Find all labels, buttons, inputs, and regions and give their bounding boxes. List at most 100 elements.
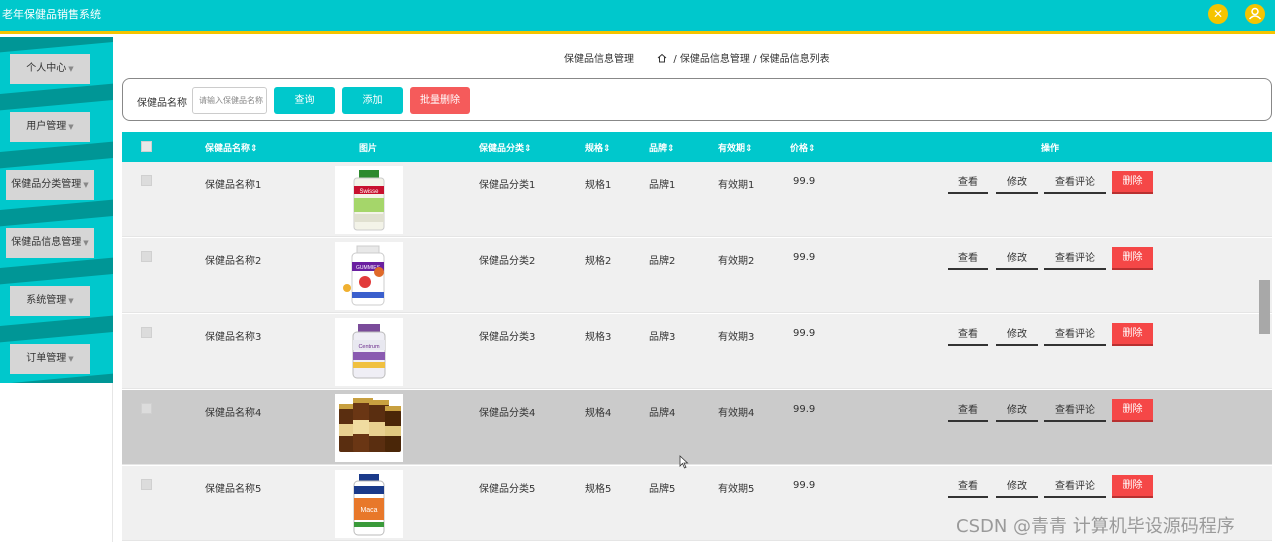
breadcrumb: 保健品信息管理 / 保健品信息管理 / 保健品信息列表 [564,50,830,65]
delete-button[interactable]: 删除 [1112,399,1153,422]
product-bottle-image: GUMMIES [343,245,385,306]
cell-name: 保健品名称2 [205,256,262,267]
cell-brand: 品牌3 [649,332,676,343]
search-label: 保健品名称 [137,98,187,109]
sidebar-button[interactable]: 用户管理 ▼ [10,112,90,142]
cell-spec: 规格4 [585,408,612,419]
view-comments-button[interactable]: 查看评论 [1044,172,1106,194]
sidebar-empty-area [0,383,113,542]
cell-price: 99.9 [793,480,816,491]
sidebar-item-users[interactable]: 用户管理 ▼ [0,100,113,152]
table-header: 保健品名称⇕ 图片 保健品分类⇕ 规格⇕ 品牌⇕ 有效期⇕ 价格⇕ 操作 [122,132,1272,162]
delete-button[interactable]: 删除 [1112,171,1153,194]
cell-expiry: 有效期3 [718,332,755,343]
breadcrumb-path[interactable]: / 保健品信息管理 / 保健品信息列表 [673,54,829,65]
cell-expiry: 有效期4 [718,408,755,419]
view-comments-button[interactable]: 查看评论 [1044,400,1106,422]
edit-button[interactable]: 修改 [996,476,1038,498]
sidebar-button[interactable]: 订单管理 ▼ [10,344,90,374]
header-expiry[interactable]: 有效期⇕ [718,141,753,154]
view-button[interactable]: 查看 [948,400,988,422]
chevron-down-icon: ▼ [68,355,74,363]
cell-expiry: 有效期1 [718,180,755,191]
sidebar-button[interactable]: 保健品分类管理 ▼ [6,170,94,200]
batch-delete-button[interactable]: 批量删除 [410,87,470,114]
cell-expiry: 有效期2 [718,256,755,267]
chevron-down-icon: ▼ [68,123,74,131]
view-button[interactable]: 查看 [948,248,988,270]
product-image[interactable]: Centrum [335,318,403,386]
row-checkbox[interactable] [141,251,152,262]
chevron-down-icon: ▼ [83,239,89,247]
sidebar-button[interactable]: 保健品信息管理 ▼ [6,228,94,258]
delete-button[interactable]: 删除 [1112,475,1153,498]
cell-expiry: 有效期5 [718,484,755,495]
product-image[interactable]: GUMMIES [335,242,403,310]
chevron-down-icon: ▼ [68,65,74,73]
cell-category: 保健品分类2 [479,256,536,267]
product-table: 保健品名称⇕ 图片 保健品分类⇕ 规格⇕ 品牌⇕ 有效期⇕ 价格⇕ 操作 保健品… [122,132,1272,542]
cell-spec: 规格3 [585,332,612,343]
header-spec[interactable]: 规格⇕ [585,141,611,154]
row-checkbox[interactable] [141,175,152,186]
cell-category: 保健品分类3 [479,332,536,343]
table-row[interactable]: 保健品名称4 保健品分类4 规格4 品牌4 有效期4 99.9 查看 修改 查看… [122,390,1272,465]
sidebar-button[interactable]: 系统管理 ▼ [10,286,90,316]
product-image-label: Maca [360,507,377,514]
table-row[interactable]: 保健品名称3 Centrum 保健品分类3 规格3 品牌3 有效期3 99.9 … [122,314,1272,389]
home-icon[interactable] [657,53,667,63]
view-comments-button[interactable]: 查看评论 [1044,248,1106,270]
cell-category: 保健品分类5 [479,484,536,495]
delete-button[interactable]: 删除 [1112,247,1153,270]
view-button[interactable]: 查看 [948,476,988,498]
chevron-down-icon: ▼ [83,181,89,189]
header-actions: 操作 [1041,144,1060,154]
header-category[interactable]: 保健品分类⇕ [479,141,532,154]
view-comments-button[interactable]: 查看评论 [1044,476,1106,498]
sidebar-item-orders[interactable]: 订单管理 ▼ [0,332,113,384]
row-checkbox[interactable] [141,403,152,414]
user-glyph [1248,7,1262,20]
cell-price: 99.9 [793,328,816,339]
sidebar-item-system[interactable]: 系统管理 ▼ [0,274,113,326]
row-checkbox[interactable] [141,327,152,338]
cross-icon[interactable]: ✕ [1208,4,1228,24]
row-checkbox[interactable] [141,479,152,490]
product-image[interactable]: Maca [335,470,403,538]
view-comments-button[interactable]: 查看评论 [1044,324,1106,346]
sidebar-item-personal-center[interactable]: 个人中心 ▼ [0,42,113,94]
cell-brand: 品牌1 [649,180,676,191]
query-button[interactable]: 查询 [274,87,335,114]
product-image[interactable]: Swisse [335,166,403,234]
product-bottle-image: Swisse [353,170,385,231]
product-image[interactable] [335,394,403,462]
edit-button[interactable]: 修改 [996,400,1038,422]
edit-button[interactable]: 修改 [996,324,1038,346]
search-input[interactable] [192,87,267,114]
product-bottles-image [339,398,401,452]
view-button[interactable]: 查看 [948,172,988,194]
header-name[interactable]: 保健品名称⇕ [205,141,258,154]
select-all-checkbox[interactable] [141,141,152,152]
edit-button[interactable]: 修改 [996,172,1038,194]
edit-button[interactable]: 修改 [996,248,1038,270]
app-title: 老年保健品销售系统 [2,8,101,21]
add-button[interactable]: 添加 [342,87,403,114]
user-icon[interactable] [1245,4,1265,24]
table-row[interactable]: 保健品名称2 GUMMIES 保健品分类2 规格2 品牌2 有效期2 99.9 … [122,238,1272,313]
header-brand[interactable]: 品牌⇕ [649,141,675,154]
table-row[interactable]: 保健品名称1 Swisse 保健品分类1 规格1 品牌1 有效期1 99.9 查… [122,162,1272,237]
cell-name: 保健品名称1 [205,180,262,191]
cell-brand: 品牌4 [649,408,676,419]
cell-name: 保健品名称4 [205,408,262,419]
sidebar-button[interactable]: 个人中心 ▼ [10,54,90,84]
cell-name: 保健品名称3 [205,332,262,343]
view-button[interactable]: 查看 [948,324,988,346]
sidebar-item-category[interactable]: 保健品分类管理 ▼ [0,158,113,210]
delete-button[interactable]: 删除 [1112,323,1153,346]
cell-price: 99.9 [793,176,816,187]
product-image-label: Swisse [359,189,379,195]
scrollbar-thumb[interactable] [1259,280,1270,334]
sidebar-item-products[interactable]: 保健品信息管理 ▼ [0,216,113,268]
header-price[interactable]: 价格⇕ [790,141,816,154]
